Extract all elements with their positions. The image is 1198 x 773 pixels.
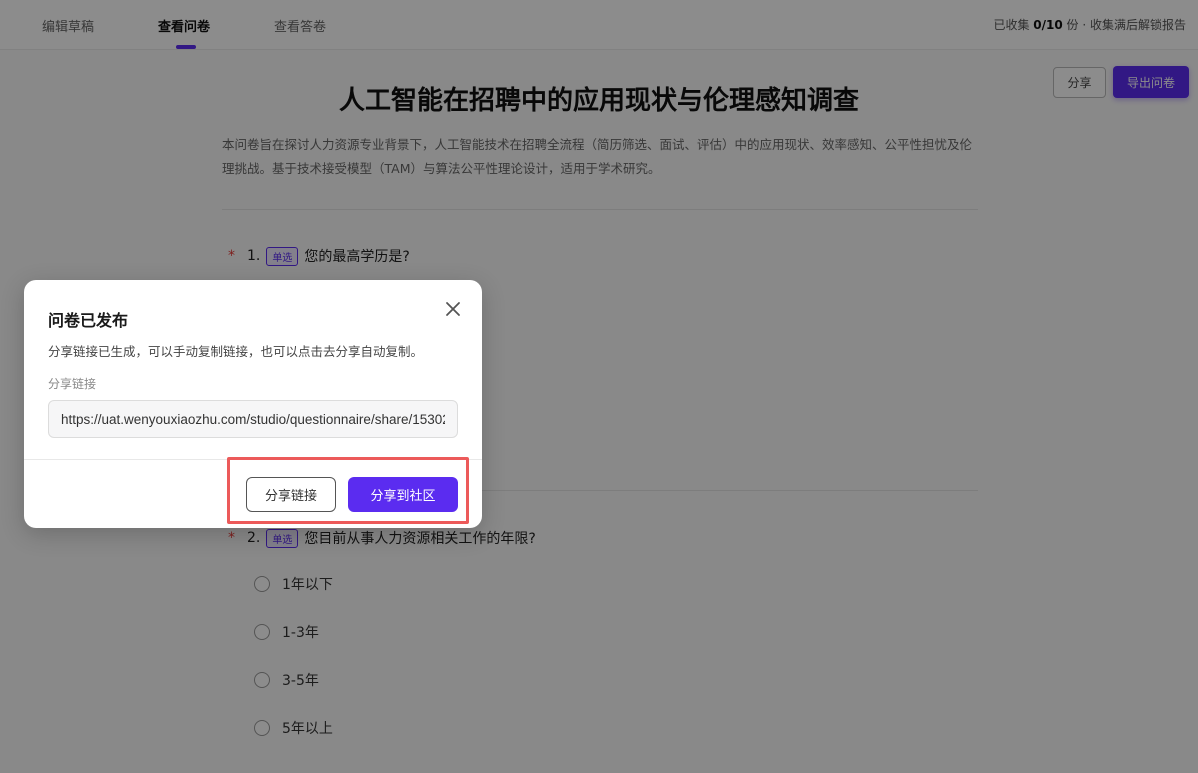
dialog-title: 问卷已发布	[48, 311, 129, 330]
share-link-button[interactable]: 分享链接	[246, 477, 336, 512]
share-link-label: 分享链接	[48, 377, 97, 391]
share-to-community-button[interactable]: 分享到社区	[348, 477, 458, 512]
share-link-input[interactable]	[48, 400, 458, 438]
close-icon[interactable]	[443, 299, 463, 319]
dialog-description: 分享链接已生成，可以手动复制链接，也可以点击去分享自动复制。	[48, 344, 424, 359]
publish-success-dialog: 问卷已发布 分享链接已生成，可以手动复制链接，也可以点击去分享自动复制。 分享链…	[24, 280, 482, 528]
dialog-footer-divider	[24, 459, 482, 460]
